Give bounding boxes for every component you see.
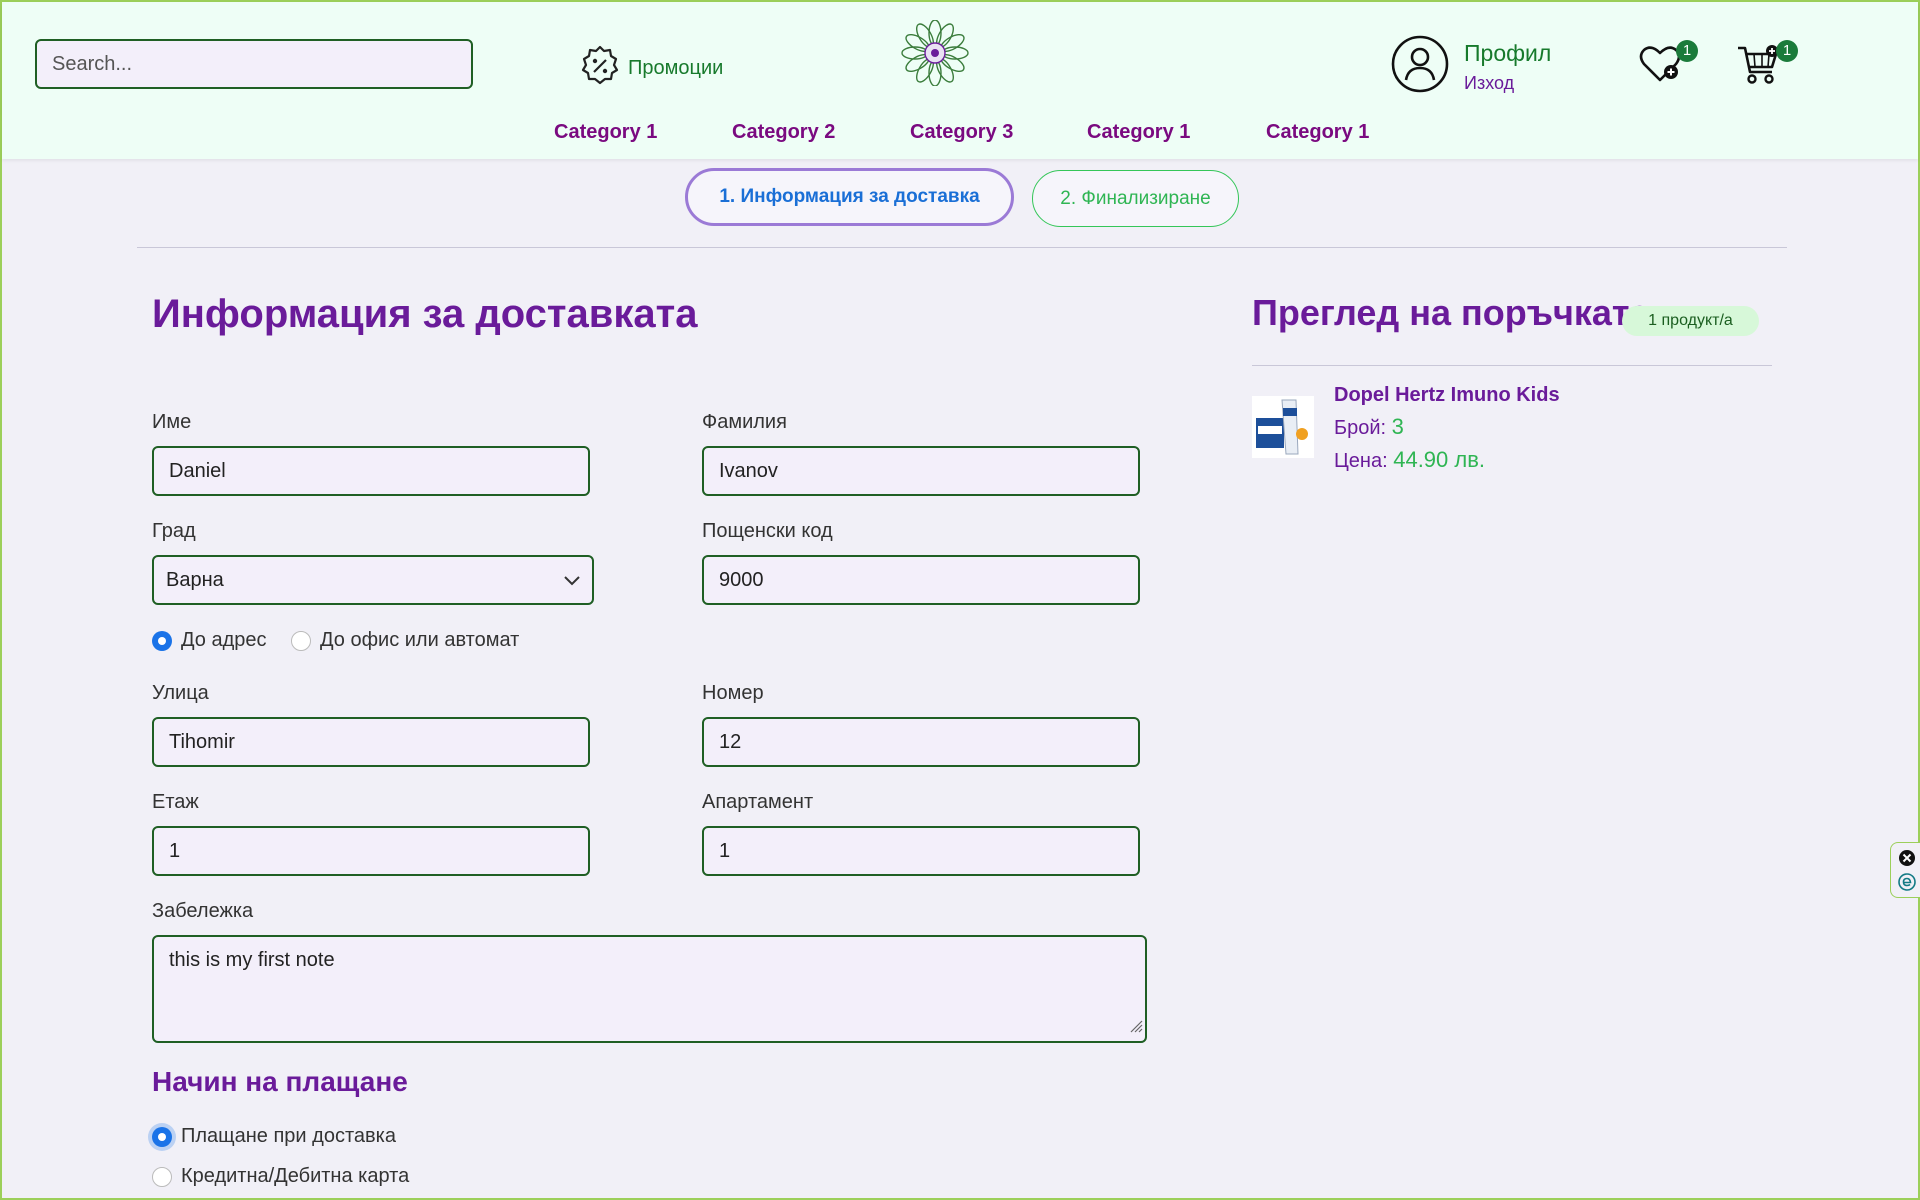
profile-area[interactable]: Профил Изход (1390, 34, 1551, 99)
payment-option-label: Кредитна/Дебитна карта (181, 1165, 410, 1187)
chevron-down-icon (564, 569, 580, 592)
search-input[interactable] (35, 39, 473, 89)
price-value: 44.90 лв. (1393, 447, 1486, 472)
product-count-badge: 1 продукт/а (1622, 306, 1759, 336)
delivery-to-office-option[interactable]: До офис или автомат (291, 629, 519, 652)
delivery-form-title: Информация за доставката (152, 292, 698, 336)
wishlist-button[interactable]: 1 (1638, 40, 1698, 89)
payment-cash-on-delivery-option[interactable]: Плащане при доставка (152, 1125, 396, 1148)
postal-code-label: Пощенски код (702, 520, 833, 542)
apartment-value: 1 (719, 839, 731, 862)
divider (137, 247, 1787, 248)
payment-card-option[interactable]: Кредитна/Дебитна карта (152, 1165, 409, 1188)
payment-option-label: Плащане при доставка (181, 1125, 396, 1147)
number-label: Номер (702, 682, 764, 704)
city-select[interactable]: Варна (152, 555, 594, 605)
city-value: Варна (166, 568, 224, 591)
note-textarea[interactable]: this is my first note (152, 935, 1147, 1043)
radio-button[interactable] (152, 1166, 172, 1187)
floor-label: Етаж (152, 791, 199, 813)
product-name-link[interactable]: Dopel Hertz Imuno Kids (1334, 384, 1560, 407)
delivery-to-address-option[interactable]: До адрес (152, 629, 267, 652)
radio-button[interactable] (152, 1126, 172, 1147)
accessibility-icon[interactable] (1898, 873, 1916, 896)
user-icon[interactable] (1390, 34, 1450, 99)
logout-link[interactable]: Изход (1464, 73, 1551, 94)
note-value: this is my first note (169, 949, 335, 971)
product-quantity: Брой: 3 (1334, 414, 1404, 440)
floor-value: 1 (169, 839, 181, 862)
street-value: Tihomir (169, 730, 235, 753)
floor-field[interactable]: 1 (152, 826, 590, 876)
delivery-option-label: До адрес (181, 629, 267, 651)
cart-button[interactable]: 1 (1736, 40, 1798, 91)
first-name-field[interactable]: Daniel (152, 446, 590, 496)
flower-logo-icon[interactable] (898, 19, 972, 87)
product-image[interactable] (1252, 396, 1314, 458)
site-header: Промоции (2, 2, 1918, 117)
category-nav: Category 1 Category 2 Category 3 Categor… (2, 117, 1918, 159)
quantity-value: 3 (1391, 414, 1404, 439)
last-name-field[interactable]: Ivanov (702, 446, 1140, 496)
category-link[interactable]: Category 3 (910, 121, 1013, 144)
city-label: Град (152, 520, 196, 542)
postal-code-value: 9000 (719, 568, 764, 591)
promotions-label: Промоции (628, 57, 724, 79)
category-link[interactable]: Category 1 (554, 121, 657, 144)
delivery-option-label: До офис или автомат (320, 629, 520, 651)
first-name-value: Daniel (169, 459, 226, 482)
close-icon[interactable] (1898, 849, 1916, 872)
divider (1252, 365, 1772, 366)
promotions-link[interactable]: Промоции (578, 44, 723, 93)
wishlist-heart-icon (1638, 46, 1684, 88)
note-label: Забележка (152, 900, 254, 922)
step-delivery-info[interactable]: 1. Информация за доставка (685, 168, 1014, 226)
street-field[interactable]: Tihomir (152, 717, 590, 767)
price-label: Цена: (1334, 450, 1388, 472)
number-value: 12 (719, 730, 742, 753)
product-price: Цена: 44.90 лв. (1334, 447, 1485, 473)
last-name-value: Ivanov (719, 459, 778, 482)
category-link[interactable]: Category 1 (1087, 121, 1190, 144)
radio-button[interactable] (152, 630, 172, 651)
promo-badge-icon (578, 44, 622, 93)
number-field[interactable]: 12 (702, 717, 1140, 767)
accessibility-widget (1890, 842, 1920, 898)
last-name-label: Фамилия (702, 411, 787, 433)
first-name-label: Име (152, 411, 192, 433)
cart-icon (1736, 45, 1782, 90)
resize-handle-icon[interactable] (1129, 1016, 1143, 1039)
quantity-label: Брой: (1334, 417, 1387, 439)
radio-button[interactable] (291, 630, 311, 651)
category-link[interactable]: Category 2 (732, 121, 835, 144)
street-label: Улица (152, 682, 209, 704)
profile-link[interactable]: Профил (1464, 40, 1551, 67)
step-finalize[interactable]: 2. Финализиране (1032, 170, 1239, 227)
cart-count-badge: 1 (1776, 40, 1798, 62)
postal-code-field[interactable]: 9000 (702, 555, 1140, 605)
order-summary-title: Преглед на поръчката (1252, 292, 1650, 333)
wishlist-count-badge: 1 (1676, 40, 1698, 62)
payment-method-title: Начин на плащане (152, 1066, 408, 1097)
apartment-label: Апартамент (702, 791, 814, 813)
apartment-field[interactable]: 1 (702, 826, 1140, 876)
category-link[interactable]: Category 1 (1266, 121, 1369, 144)
